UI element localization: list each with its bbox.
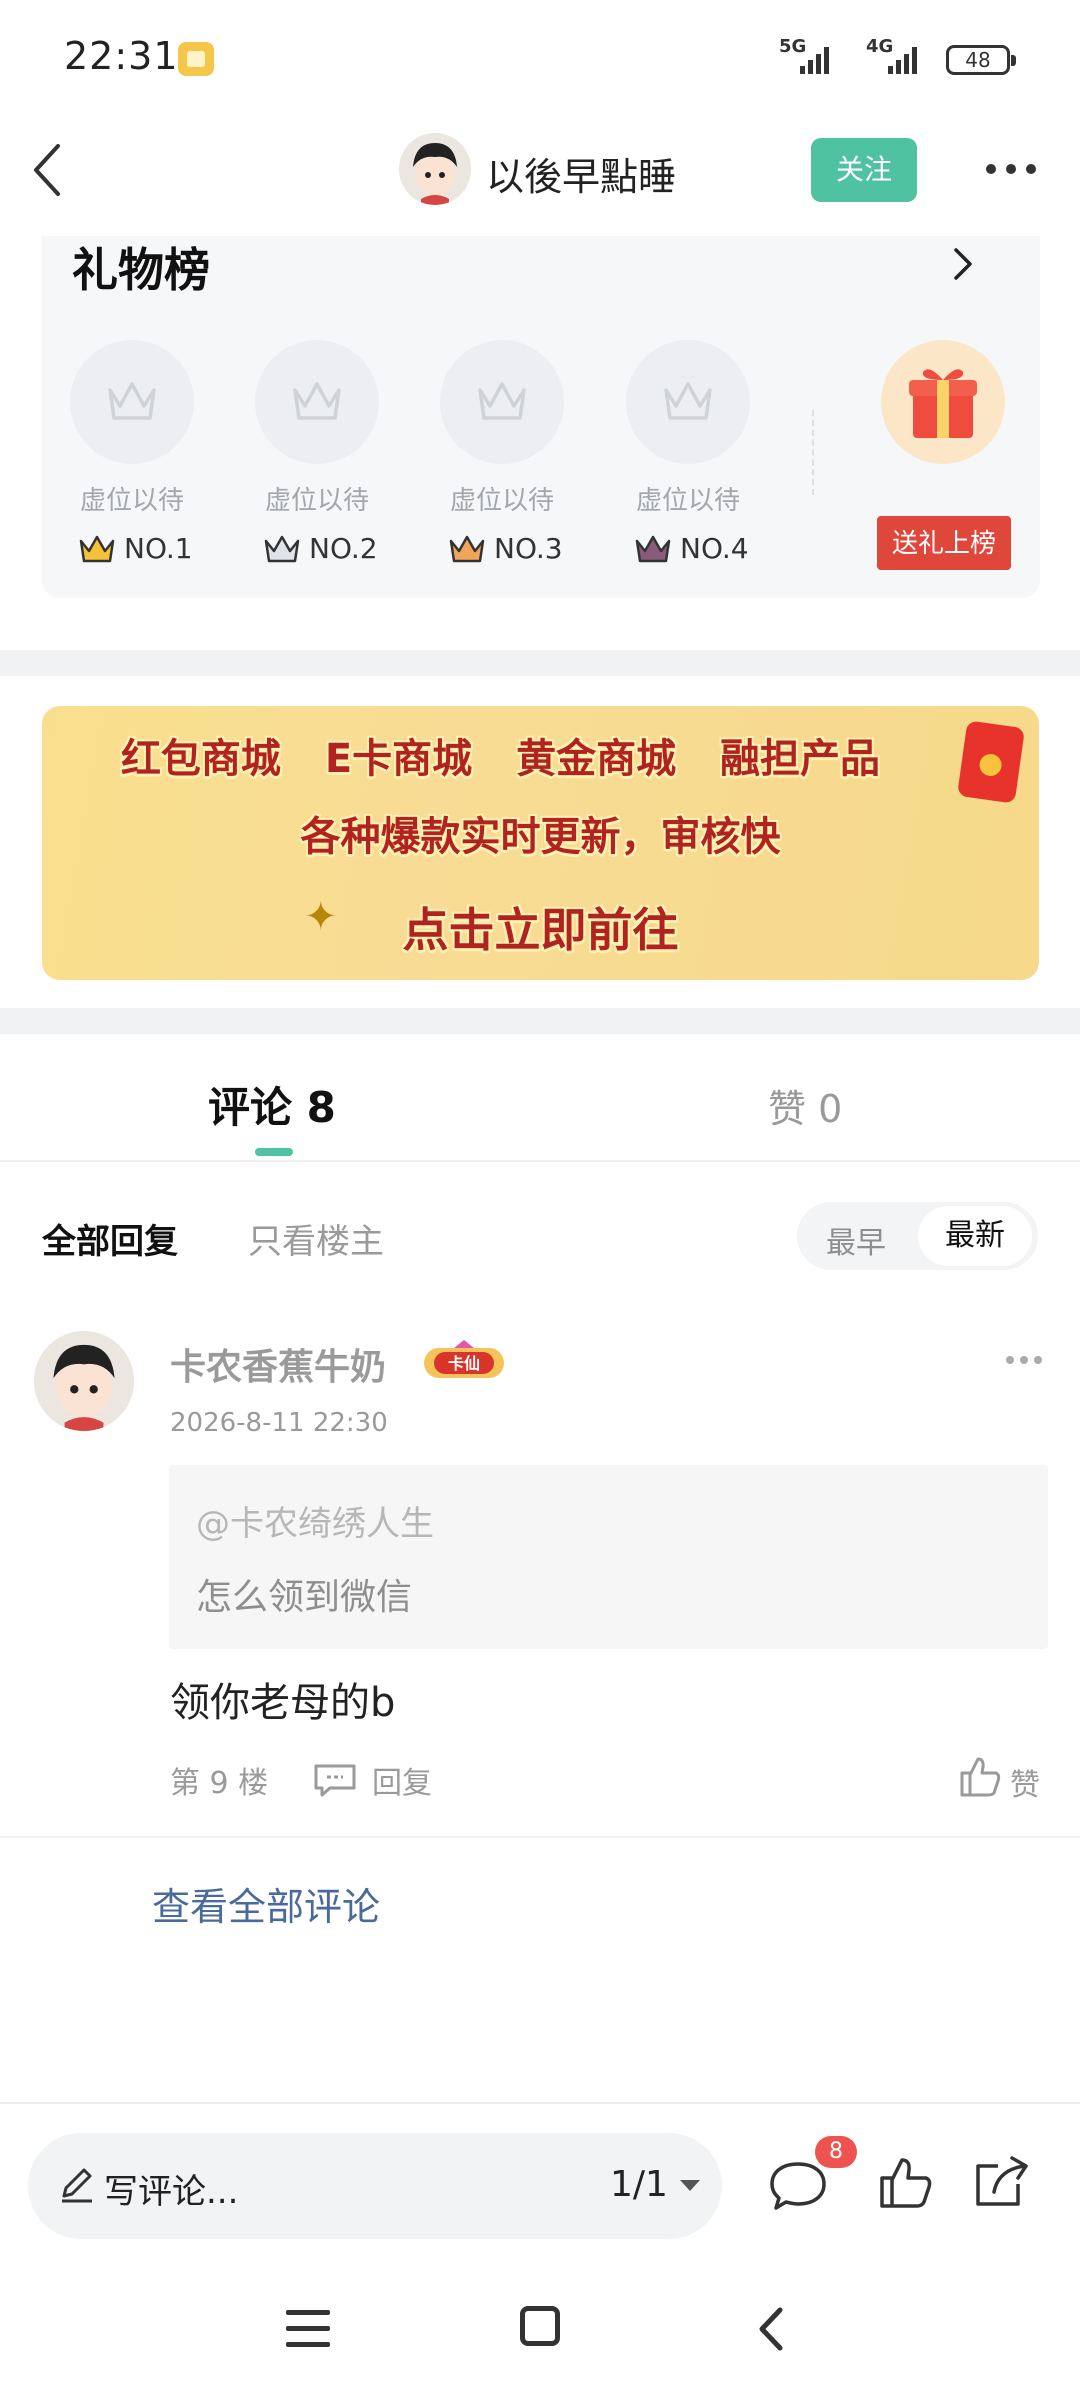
view-all-comments-link[interactable]: 查看全部评论 [152,1876,380,1931]
send-gift-button[interactable]: 送礼上榜 [877,516,1011,570]
gift-seat-3 [440,340,564,464]
section-divider [0,650,1080,676]
write-comment-placeholder[interactable]: 写评论... [104,2164,238,2213]
quoted-reply[interactable] [169,1465,1048,1649]
thumbs-up-icon[interactable] [958,1755,1002,1799]
seat-label: 虚位以待 [79,486,184,516]
filter-all-replies[interactable]: 全部回复 [42,1214,178,1263]
comment-bubble-icon[interactable] [768,2158,828,2214]
status-time: 22:31 [64,34,179,78]
page-indicator[interactable]: 1/1 [610,2164,668,2205]
sort-oldest[interactable]: 最早 [826,1218,886,1262]
seat-label: 虚位以待 [635,486,740,516]
rank-label: NO.2 [309,532,378,565]
nav-back-icon[interactable] [756,2306,786,2352]
gift-box-button[interactable] [881,340,1005,464]
gift-seat-2 [255,340,379,464]
back-arrow-icon[interactable] [26,140,70,200]
seat-label: 虚位以待 [449,486,554,516]
gift-board-title[interactable]: 礼物榜 [72,234,210,300]
share-icon[interactable] [972,2154,1032,2212]
crown-outline-icon [664,382,712,420]
bottom-bar-divider [0,2102,1080,2104]
crown-outline-icon [108,382,156,420]
rank-label: NO.3 [494,532,563,565]
gift-divider [812,410,814,495]
nav-menu-icon[interactable] [286,2310,330,2348]
comment-divider [0,1836,1080,1838]
banner-line-2: 各种爆款实时更新，审核快 [300,814,781,860]
rank-4: NO.4 [634,532,749,565]
thumbs-up-icon[interactable] [876,2154,934,2212]
author-name[interactable]: 以後早點睡 [486,146,676,201]
banner-line-3: 点击立即前往 [402,903,679,957]
dark-crown-icon [635,535,671,562]
follow-button[interactable]: 关注 [811,138,917,202]
avatar-illustration [34,1331,134,1431]
rank-1: NO.1 [78,532,193,565]
battery-icon: 48 [946,45,1016,75]
bronze-crown-icon [449,535,485,562]
quoted-user[interactable]: @卡农绮绣人生 [196,1496,434,1545]
reply-button[interactable]: 回复 [372,1758,432,1802]
comment-more-icon[interactable] [1006,1356,1042,1364]
caret-down-icon[interactable] [678,2178,702,2192]
tabs-divider [0,1160,1080,1162]
signal-bars-4g-icon [888,46,917,74]
crown-outline-icon [293,382,341,420]
notification-app-icon [178,42,214,76]
sort-newest[interactable]: 最新 [918,1206,1032,1266]
tab-likes[interactable]: 赞 0 [768,1078,842,1133]
badge-text: 卡仙 [448,1354,480,1373]
tab-comments[interactable]: 评论 8 [208,1074,336,1135]
seat-label: 虚位以待 [264,486,369,516]
chevron-right-icon[interactable] [948,244,976,284]
tab-active-indicator [255,1148,293,1156]
avatar-illustration [399,133,471,205]
banner-line-1: 红包商城 E卡商城 黄金商城 融担产品 [120,736,881,782]
gift-box-icon [909,369,977,438]
rank-3: NO.3 [448,532,563,565]
gold-crown-icon [79,535,115,562]
gift-seat-4 [626,340,750,464]
comment-body: 领你老母的b [170,1680,396,1726]
section-divider [0,1008,1080,1034]
more-options-icon[interactable] [986,164,1036,176]
nav-home-icon[interactable] [520,2306,560,2346]
badge-icon: 卡仙 [424,1340,504,1378]
rank-2: NO.2 [263,532,378,565]
quoted-text: 怎么领到微信 [196,1577,413,1618]
crown-outline-icon [478,382,526,420]
pencil-icon [62,2168,92,2203]
promo-banner[interactable]: 红包商城 E卡商城 黄金商城 融担产品 各种爆款实时更新，审核快 点击立即前往 … [42,706,1039,980]
floor-number: 第 9 楼 [170,1766,269,1801]
reply-icon[interactable] [312,1762,358,1798]
author-avatar[interactable] [399,133,471,205]
rank-label: NO.4 [680,532,749,565]
commenter-name[interactable]: 卡农香蕉牛奶 [170,1338,386,1390]
silver-crown-icon [264,535,300,562]
comment-count-badge: 8 [815,2136,857,2168]
red-envelope-icon [956,720,1026,804]
commenter-avatar[interactable] [34,1331,134,1431]
signal-bars-5g-icon [800,46,829,74]
rank-label: NO.1 [124,532,193,565]
filter-op-only[interactable]: 只看楼主 [248,1214,384,1263]
gift-seat-1 [70,340,194,464]
post-detail-screen: 22:31 5G 4G 48 以後早點睡 关注 礼物榜 虚位以待 虚位以待 虚位… [0,0,1080,2400]
like-button[interactable]: 赞 [1010,1760,1040,1804]
user-level-badge: 卡仙 [420,1338,508,1382]
sparkle-icon: ✦ [304,894,338,940]
comment-time: 2026-8-11 22:30 [170,1408,388,1438]
